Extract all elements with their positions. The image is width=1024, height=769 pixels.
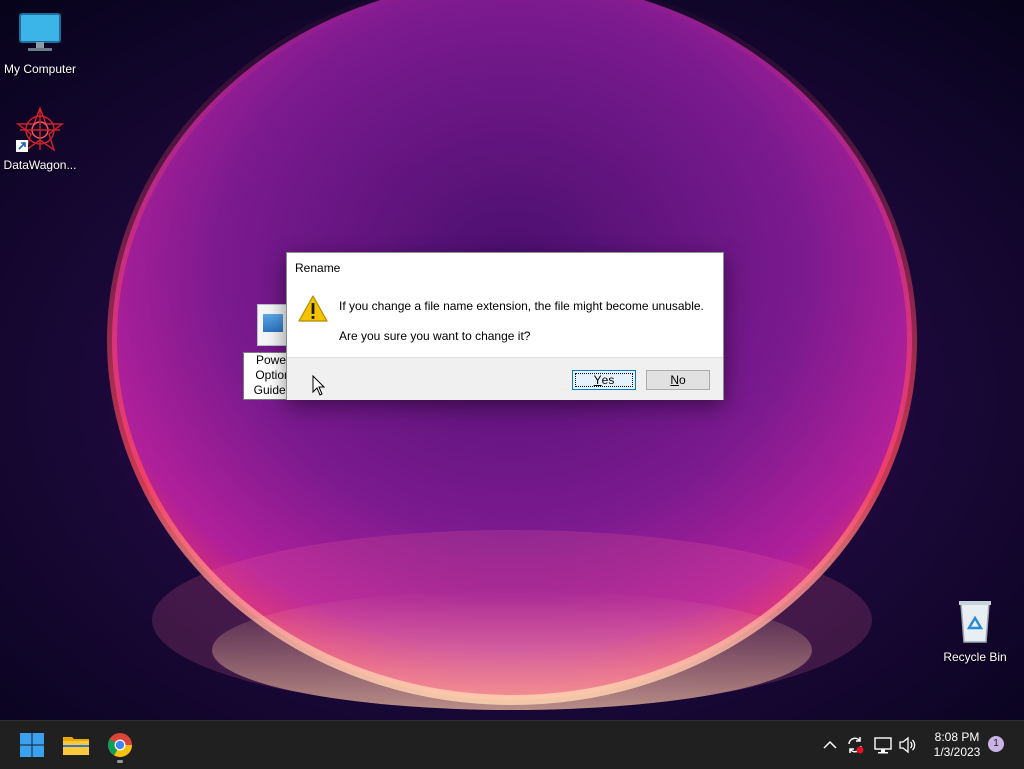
desktop: My Computer DataWagon... Recycle Bin Pow… bbox=[0, 0, 1024, 720]
sync-icon bbox=[848, 737, 864, 754]
no-mnemonic: N bbox=[670, 373, 679, 387]
image-file-icon bbox=[257, 304, 289, 346]
yes-label: es bbox=[601, 373, 615, 387]
dialog-question: Are you sure you want to change it? bbox=[339, 329, 531, 343]
image-thumbnail bbox=[263, 314, 283, 332]
chevron-up-icon bbox=[823, 740, 837, 749]
dialog-button-bar: Yes No bbox=[287, 357, 723, 400]
notification-badge[interactable]: 1 bbox=[988, 736, 1004, 752]
running-indicator bbox=[117, 760, 123, 763]
windows-start-icon bbox=[20, 733, 44, 757]
show-hidden-icons-button[interactable] bbox=[822, 735, 838, 755]
volume-button[interactable] bbox=[898, 735, 918, 755]
taskbar: 8:08 PM 1/3/2023 bbox=[0, 720, 1024, 769]
yes-button[interactable]: Yes bbox=[572, 370, 636, 390]
chrome-icon bbox=[107, 733, 132, 758]
start-button[interactable] bbox=[16, 729, 48, 761]
no-button[interactable]: No bbox=[646, 370, 710, 390]
file-explorer-button[interactable] bbox=[60, 729, 92, 761]
file-explorer-icon bbox=[63, 737, 89, 755]
monitor-icon bbox=[16, 10, 64, 58]
desktop-icon-recycle-bin[interactable]: Recycle Bin bbox=[935, 598, 1015, 664]
clock-time: 8:08 PM bbox=[934, 730, 980, 744]
clock[interactable]: 8:08 PM 1/3/2023 bbox=[924, 730, 990, 760]
no-label: o bbox=[678, 373, 686, 387]
desktop-icon-my-computer[interactable]: My Computer bbox=[0, 10, 80, 76]
dialog-message: If you change a file name extension, the… bbox=[339, 299, 704, 313]
chrome-button[interactable] bbox=[104, 729, 136, 763]
desktop-icon-datawagon[interactable]: DataWagon... bbox=[0, 106, 80, 172]
recycle-bin-icon bbox=[951, 598, 999, 646]
network-button[interactable] bbox=[873, 735, 893, 755]
desktop-icon-label: DataWagon... bbox=[3, 158, 77, 172]
desktop-icon-label: My Computer bbox=[3, 62, 77, 76]
sync-status-button[interactable] bbox=[845, 735, 865, 755]
rename-dialog: Rename If you change a file name extensi… bbox=[286, 252, 724, 400]
warning-icon bbox=[298, 294, 328, 324]
volume-icon bbox=[899, 736, 916, 754]
clock-date: 1/3/2023 bbox=[933, 745, 981, 759]
desktop-icon-label: Recycle Bin bbox=[943, 650, 1007, 664]
yes-mnemonic: Y bbox=[593, 373, 602, 387]
network-icon bbox=[874, 737, 892, 754]
mouse-cursor-icon bbox=[312, 374, 326, 397]
dialog-title: Rename bbox=[295, 261, 341, 275]
datawagon-icon bbox=[15, 106, 65, 154]
